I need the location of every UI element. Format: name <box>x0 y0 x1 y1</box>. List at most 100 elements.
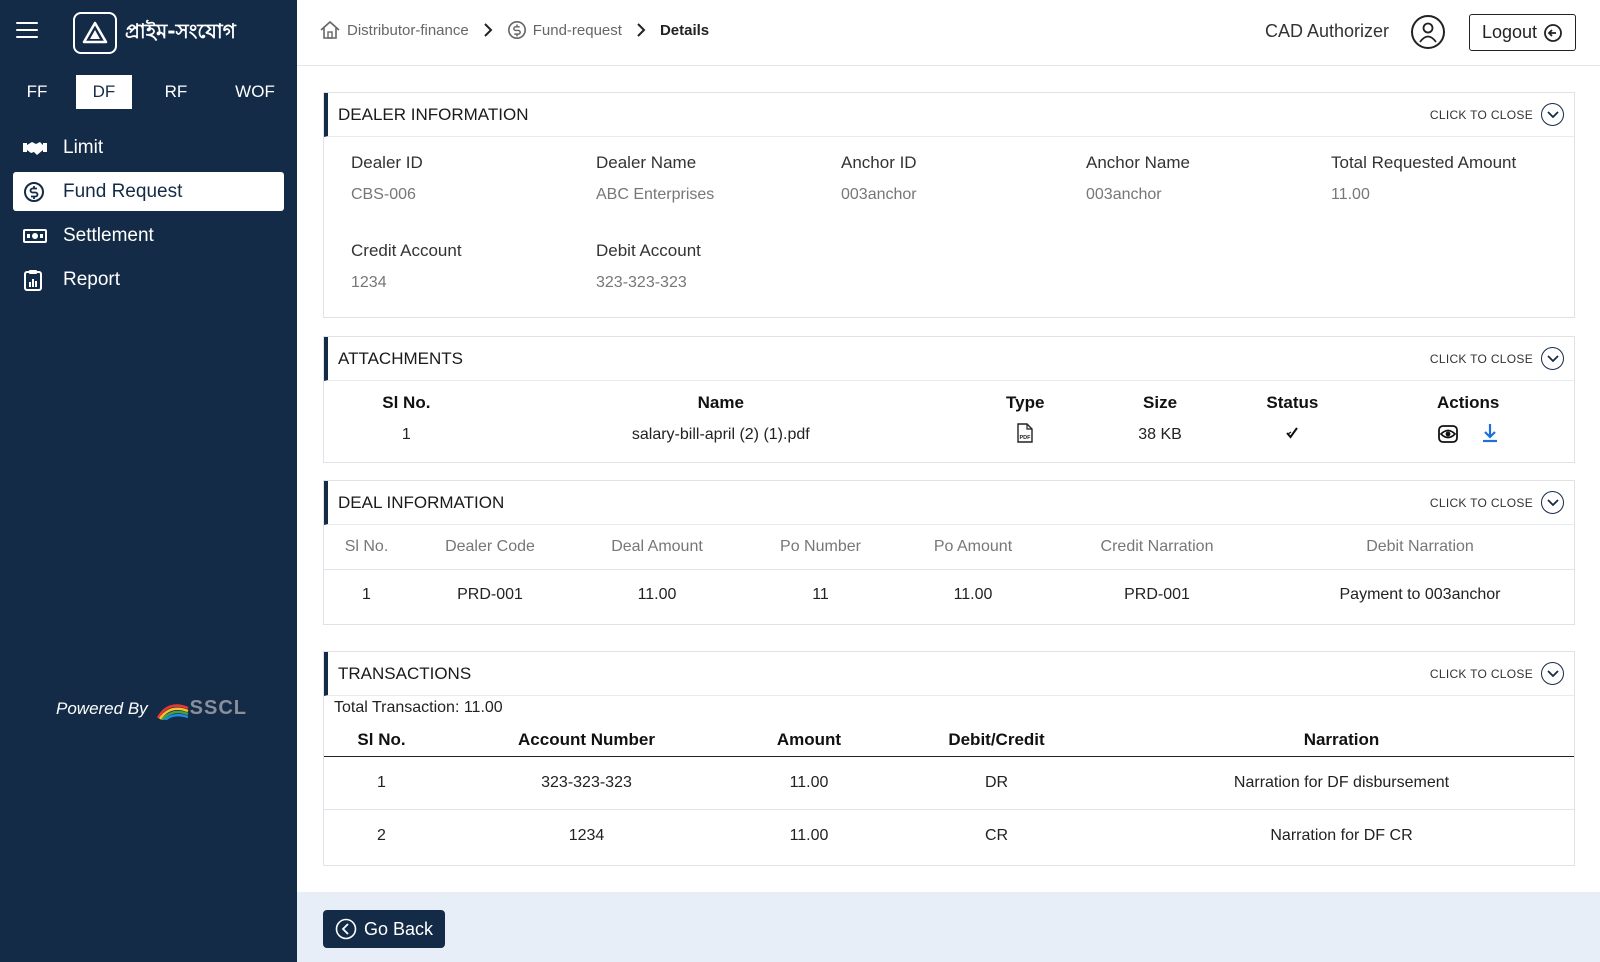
pdf-label: PDF <box>1020 435 1032 441</box>
view-eye-icon[interactable] <box>1437 424 1459 444</box>
credit-account-field: Credit Account 1234 <box>351 241 596 329</box>
column-header: Amount <box>734 724 884 757</box>
column-header: Size <box>1143 393 1178 412</box>
deal-information-card: DEAL INFORMATION CLICK TO CLOSE Sl No. D… <box>323 480 1575 625</box>
column-header: Type <box>1006 393 1045 412</box>
sidebar-item-label: Report <box>63 268 121 290</box>
chevron-right-icon <box>636 23 646 37</box>
breadcrumb: Distributor-finance Fund-request Details <box>319 20 709 40</box>
click-to-close-toggle[interactable]: CLICK TO CLOSE <box>1430 347 1564 370</box>
column-header: Sl No. <box>324 525 409 570</box>
cell-narration: Narration for DF CR <box>1270 826 1413 844</box>
sidebar-item-label: Settlement <box>63 224 154 246</box>
sidebar-item-settlement[interactable]: Settlement <box>13 216 284 255</box>
cell-debit-credit: DR <box>884 756 1109 810</box>
powered-by-label: Powered By <box>56 698 148 718</box>
anchor-name-field: Anchor Name 003anchor <box>1086 153 1331 241</box>
sidebar-item-report[interactable]: Report <box>13 260 284 299</box>
download-icon[interactable] <box>1481 422 1499 444</box>
sidebar: প্রাইম-সংযোগ FF DF RF WOF Limit Fund Req… <box>0 0 297 962</box>
cell-sl: 1 <box>324 756 439 810</box>
field-label: Anchor Name <box>1086 153 1190 172</box>
pdf-file-icon: PDF <box>1017 422 1033 443</box>
sidebar-nav: Limit Fund Request Settlement Report <box>13 128 284 304</box>
chevron-left-circle-icon <box>335 918 357 940</box>
brand[interactable]: প্রাইম-সংযোগ <box>73 12 236 54</box>
module-tabs: FF DF RF WOF <box>16 75 281 109</box>
cell-dealer-code: PRD-001 <box>457 586 523 604</box>
breadcrumb-fund-request[interactable]: Fund-request <box>507 20 622 40</box>
debit-account-field: Debit Account 323-323-323 <box>596 241 841 329</box>
breadcrumb-distributor-finance[interactable]: Distributor-finance <box>319 20 469 40</box>
dollar-circle-icon <box>23 181 51 203</box>
column-header: Dealer Code <box>409 525 571 570</box>
click-to-close-toggle[interactable]: CLICK TO CLOSE <box>1430 103 1564 126</box>
dealer-information-card: DEALER INFORMATION CLICK TO CLOSE Dealer… <box>323 92 1575 318</box>
logout-icon <box>1544 23 1562 42</box>
cell-po-number: 11 <box>812 586 829 604</box>
logout-button[interactable]: Logout <box>1469 14 1576 51</box>
banknote-icon <box>23 225 51 247</box>
anchor-id-field: Anchor ID 003anchor <box>841 153 1086 241</box>
field-value: ABC Enterprises <box>596 186 715 203</box>
table-row: 2 1234 11.00 CR Narration for DF CR <box>324 809 1574 862</box>
cell-debit-credit: CR <box>984 826 1009 844</box>
tab-rf[interactable]: RF <box>154 75 198 109</box>
cell-sl: 1 <box>362 586 371 604</box>
chevron-down-icon <box>1541 491 1564 514</box>
field-value: 1234 <box>351 274 387 291</box>
cell-sl: 2 <box>377 826 386 844</box>
card-title: ATTACHMENTS <box>338 348 463 368</box>
go-back-button[interactable]: Go Back <box>323 910 445 948</box>
toggle-label: CLICK TO CLOSE <box>1429 495 1533 510</box>
hamburger-menu-icon[interactable] <box>16 22 38 40</box>
attachments-card: ATTACHMENTS CLICK TO CLOSE Sl No. Name T… <box>323 336 1575 463</box>
tab-wof[interactable]: WOF <box>230 75 280 109</box>
click-to-close-toggle[interactable]: CLICK TO CLOSE <box>1430 491 1564 514</box>
dealer-info-grid: Dealer ID CBS-006 Dealer Name ABC Enterpri… <box>324 137 1574 329</box>
brand-name: প্রাইম-সংযোগ <box>125 18 236 43</box>
breadcrumb-label: Distributor-finance <box>347 21 469 39</box>
check-icon <box>1286 426 1299 439</box>
chevron-down-icon <box>1541 347 1564 370</box>
deal-table: Sl No. Dealer Code Deal Amount Po Number… <box>324 525 1574 621</box>
clipboard-icon <box>23 269 51 291</box>
handshake-icon <box>23 137 51 159</box>
cell-deal-amount: 11.00 <box>637 586 677 604</box>
cell-actions <box>1362 421 1574 455</box>
powered-by: Powered By SSCL <box>56 697 247 720</box>
field-label: Dealer Name <box>596 153 697 172</box>
field-value: 003anchor <box>841 186 917 203</box>
field-label: Dealer ID <box>351 153 423 172</box>
tab-df[interactable]: DF <box>76 75 132 109</box>
dealer-id-field: Dealer ID CBS-006 <box>351 153 596 241</box>
sidebar-item-label: Limit <box>63 136 104 158</box>
column-header: Debit Narration <box>1266 525 1574 570</box>
top-header: Distributor-finance Fund-request Details… <box>297 0 1600 66</box>
sidebar-item-limit[interactable]: Limit <box>13 128 284 167</box>
total-requested-amount-field: Total Requested Amount 11.00 <box>1331 153 1576 241</box>
column-header: Po Number <box>743 525 898 570</box>
field-label: Debit Account <box>596 241 701 260</box>
attachments-table: Sl No. Name Type Size Status Actions 1 s… <box>324 381 1574 455</box>
user-avatar-icon[interactable] <box>1411 15 1445 49</box>
column-header: Actions <box>1436 393 1500 412</box>
sidebar-item-label: Fund Request <box>63 180 183 202</box>
brand-logo-icon <box>73 12 117 54</box>
cell-amount: 11.00 <box>734 756 884 810</box>
sidebar-item-fund-request[interactable]: Fund Request <box>13 172 284 211</box>
column-header: Sl No. <box>324 724 439 757</box>
rainbow-logo-icon <box>156 703 189 720</box>
column-header: Deal Amount <box>571 525 743 570</box>
column-header: Sl No. <box>382 393 431 412</box>
cell-type: PDF <box>953 421 1098 455</box>
table-row: 1 PRD-001 11.00 11 11.00 PRD-001 Payment… <box>324 569 1574 621</box>
field-label: Anchor ID <box>841 153 917 172</box>
click-to-close-toggle[interactable]: CLICK TO CLOSE <box>1430 662 1564 685</box>
field-value: 11.00 <box>1331 186 1370 203</box>
transactions-table: Sl No. Account Number Amount Debit/Credi… <box>324 724 1574 862</box>
column-header: Status <box>1266 393 1319 412</box>
tab-ff[interactable]: FF <box>16 75 58 109</box>
column-header: Account Number <box>439 724 734 757</box>
card-title: DEALER INFORMATION <box>338 104 529 124</box>
